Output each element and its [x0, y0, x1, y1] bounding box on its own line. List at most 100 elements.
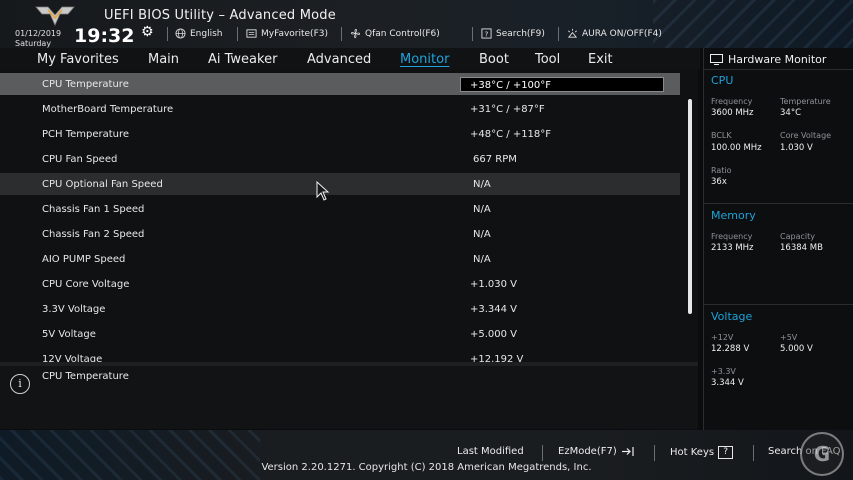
myfavorite-button[interactable]: MyFavorite(F3) [246, 28, 328, 39]
list-item[interactable]: 3.3V Voltage +3.344 V [0, 298, 680, 320]
item-label: CPU Fan Speed [42, 154, 118, 165]
list-item[interactable]: CPU Fan Speed 667 RPM [0, 148, 680, 170]
item-value: +3.344 V [470, 304, 518, 315]
core-voltage-value: 1.030 V [780, 143, 813, 153]
footer-bar: Last Modified EzMode(F7) Hot Keys ? Sear… [0, 430, 853, 480]
help-text: CPU Temperature [42, 371, 129, 382]
search-icon: ? [481, 28, 492, 39]
header-divider [472, 27, 473, 41]
list-item[interactable]: Chassis Fan 1 Speed N/A [0, 198, 680, 220]
last-modified-button[interactable]: Last Modified [457, 446, 524, 457]
list-item[interactable]: CPU Optional Fan Speed N/A [0, 173, 680, 195]
item-value: N/A [473, 179, 491, 190]
main-tabs: My Favorites Main Ai Tweaker Advanced Mo… [0, 48, 700, 70]
clock: 19:32 [74, 25, 135, 47]
list-item[interactable]: PCH Temperature +48°C / +118°F [0, 123, 680, 145]
item-label: 5V Voltage [42, 329, 96, 340]
v5-label: +5V [780, 333, 798, 342]
header-divider [237, 27, 238, 41]
tab-monitor[interactable]: Monitor [400, 52, 449, 67]
search-label: Search(F9) [496, 28, 545, 39]
list-item[interactable]: AIO PUMP Speed N/A [0, 248, 680, 270]
item-value: N/A [473, 254, 491, 265]
day-text: Saturday [15, 39, 52, 48]
tab-ai-tweaker[interactable]: Ai Tweaker [208, 52, 277, 67]
aura-label: AURA ON/OFF(F4) [582, 28, 662, 39]
version-text: Version 2.20.1271. Copyright (C) 2018 Am… [261, 462, 592, 473]
hw-divider [704, 69, 853, 70]
qfan-control-button[interactable]: Qfan Control(F6) [350, 28, 440, 39]
item-label: 3.3V Voltage [42, 304, 106, 315]
item-label: AIO PUMP Speed [42, 254, 126, 265]
globe-icon [175, 28, 186, 39]
hot-keys-label: Hot Keys [670, 447, 715, 458]
item-value: +48°C / +118°F [470, 129, 552, 140]
footer-divider [542, 445, 543, 461]
cpu-temperature-label: Temperature [780, 97, 831, 106]
item-value: +1.030 V [470, 279, 518, 290]
item-value: +5.000 V [470, 329, 518, 340]
v12-value: 12.288 V [711, 344, 750, 354]
hw-divider [704, 203, 853, 204]
footer-divider [654, 445, 655, 461]
v12-label: +12V [711, 333, 734, 342]
list-item[interactable]: 12V Voltage +12.192 V [0, 348, 680, 362]
list-item[interactable]: MotherBoard Temperature +31°C / +87°F [0, 98, 680, 120]
header-bar: UEFI BIOS Utility – Advanced Mode 01/12/… [0, 0, 853, 48]
svg-text:?: ? [485, 29, 489, 38]
hw-divider [704, 304, 853, 305]
header-divider [167, 27, 168, 41]
hot-keys-button[interactable]: Hot Keys ? [670, 446, 734, 459]
ezmode-button[interactable]: EzMode(F7) [558, 446, 635, 457]
v5-value: 5.000 V [780, 344, 813, 354]
bclk-label: BCLK [711, 131, 732, 140]
language-label: English [190, 28, 223, 39]
hardware-monitor-panel: Hardware Monitor CPU Frequency Temperatu… [703, 48, 853, 430]
item-label: MotherBoard Temperature [42, 104, 174, 115]
tab-boot[interactable]: Boot [479, 52, 509, 67]
hot-keys-key-icon: ? [718, 446, 734, 459]
tab-tool[interactable]: Tool [535, 52, 560, 67]
search-button[interactable]: ? Search(F9) [481, 28, 545, 39]
item-value-field: +38°C / +100°F [460, 77, 664, 92]
memory-frequency-value: 2133 MHz [711, 243, 754, 253]
list-item[interactable]: 5V Voltage +5.000 V [0, 323, 680, 345]
list-item[interactable]: Chassis Fan 2 Speed N/A [0, 223, 680, 245]
language-button[interactable]: English [175, 28, 223, 39]
tab-my-favorites[interactable]: My Favorites [37, 52, 119, 67]
date-text: 01/12/2019 [15, 29, 62, 38]
item-value: +12.192 V [470, 354, 524, 362]
item-label: CPU Core Voltage [42, 279, 130, 290]
exit-arrow-icon [621, 447, 634, 456]
tab-main[interactable]: Main [148, 52, 179, 67]
last-modified-label: Last Modified [457, 446, 524, 457]
footer-divider [753, 445, 754, 461]
tab-exit[interactable]: Exit [588, 52, 613, 67]
monitor-list: CPU Temperature +38°C / +100°F MotherBoa… [0, 70, 698, 362]
monitor-icon [710, 54, 723, 65]
item-value: +31°C / +87°F [470, 104, 545, 115]
list-scrollbar[interactable] [688, 99, 692, 314]
watermark-logo: G [800, 432, 844, 476]
memory-frequency-label: Frequency [711, 232, 753, 241]
item-label: Chassis Fan 2 Speed [42, 229, 145, 240]
list-item[interactable]: CPU Core Voltage +1.030 V [0, 273, 680, 295]
aura-button[interactable]: AURA ON/OFF(F4) [567, 28, 662, 39]
item-label: Chassis Fan 1 Speed [42, 204, 145, 215]
memory-capacity-value: 16384 MB [780, 243, 823, 253]
bclk-value: 100.00 MHz [711, 143, 762, 153]
tab-advanced[interactable]: Advanced [307, 52, 371, 67]
core-voltage-label: Core Voltage [780, 131, 832, 140]
list-item[interactable]: CPU Temperature +38°C / +100°F [0, 73, 680, 95]
memory-capacity-label: Capacity [780, 232, 815, 241]
ezmode-label: EzMode(F7) [558, 446, 617, 457]
cpu-section-heading: CPU [711, 74, 734, 87]
watermark-letter: G [813, 442, 831, 466]
item-value: N/A [473, 204, 491, 215]
qfan-label: Qfan Control(F6) [365, 28, 440, 39]
v33-label: +3.3V [711, 367, 736, 376]
gear-icon[interactable]: ⚙ [141, 24, 154, 40]
item-label: CPU Temperature [42, 79, 129, 90]
header-divider [558, 27, 559, 41]
ratio-label: Ratio [711, 166, 732, 175]
